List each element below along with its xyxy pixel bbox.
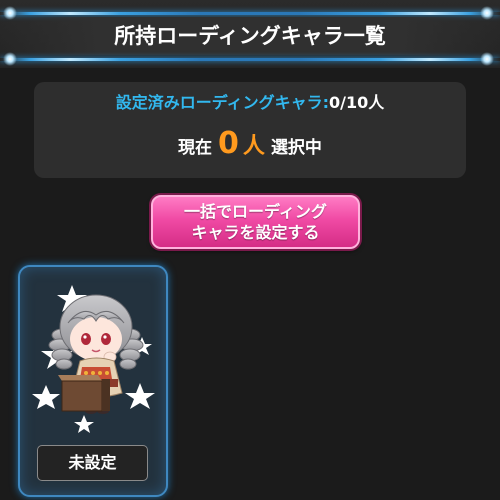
header-bar: 所持ローディングキャラ一覧 [0, 0, 500, 68]
set-count-line: 設定済みローディングキャラ:0/10人 [34, 92, 466, 114]
page-title: 所持ローディングキャラ一覧 [0, 17, 500, 55]
character-portrait [32, 285, 155, 433]
bulk-button-line2: キャラを設定する [191, 223, 320, 242]
selection-count-line: 現在 0 人選択中 [34, 124, 466, 168]
header-top-rail [0, 12, 500, 15]
card-status-label: 未設定 [37, 445, 148, 481]
character-card[interactable]: 未設定 [18, 265, 168, 497]
bulk-button-line1: 一括でローディング [184, 202, 327, 221]
bulk-set-loading-button[interactable]: 一括でローディング キャラを設定する [151, 195, 360, 249]
set-count-label: 設定済みローディングキャラ: [115, 93, 330, 112]
header-glint [3, 52, 17, 66]
selection-prefix: 現在 [178, 138, 213, 158]
selection-suffix: 選択中 [270, 138, 322, 158]
set-count-value: 0/10人 [329, 93, 385, 112]
header-bottom-rail [0, 58, 500, 61]
loading-status-panel: 設定済みローディングキャラ:0/10人 現在 0 人選択中 [34, 82, 466, 178]
selection-count: 0 [218, 126, 239, 161]
selection-unit: 人 [242, 134, 265, 159]
header-glint [480, 52, 494, 66]
